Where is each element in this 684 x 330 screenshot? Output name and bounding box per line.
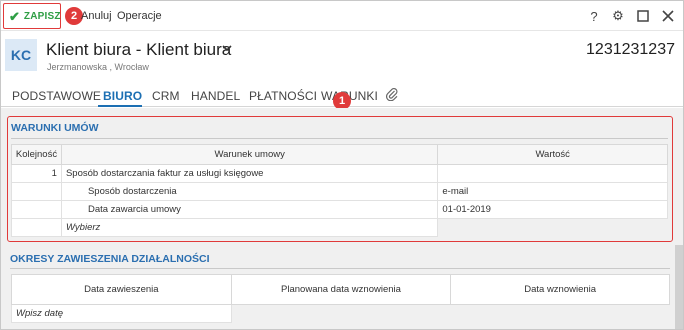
divider (11, 138, 668, 139)
tab-handel[interactable]: HANDEL (191, 89, 240, 103)
column-header[interactable]: Data zawieszenia (11, 274, 232, 305)
table-row[interactable]: Data zawarcia umowy 01-01-2019 (11, 200, 668, 219)
date-input[interactable]: Wpisz datę (11, 304, 232, 323)
column-header[interactable]: Kolejność (11, 144, 62, 165)
tab-podstawowe[interactable]: PODSTAWOWE (12, 89, 101, 103)
table-row[interactable]: 1 Sposób dostarczania faktur za usługi k… (11, 164, 668, 183)
condition-cell: Data zawarcia umowy (60, 200, 439, 219)
suspension-table: Data zawieszenia Planowana data wznowien… (11, 274, 670, 323)
column-header[interactable]: Planowana data wznowienia (230, 274, 452, 305)
section-title: OKRESY ZAWIESZENIA DZIAŁALNOŚCI (10, 253, 210, 265)
condition-cell: Sposób dostarczania faktur za usługi ksi… (60, 164, 439, 183)
window: ✔ ZAPISZ 2 Anuluj Operacje ? ⚙ KC Klient… (0, 0, 684, 330)
tab-platnosci[interactable]: PŁATNOŚCI (249, 89, 317, 103)
table-row[interactable]: Sposób dostarczenia e-mail (11, 182, 668, 201)
empty-cell (437, 218, 668, 237)
value-cell[interactable]: 01-01-2019 (437, 200, 668, 219)
client-number: 1231231237 (586, 41, 675, 58)
empty-cell (11, 218, 62, 237)
column-header[interactable]: Wartość (437, 144, 668, 165)
divider (10, 268, 670, 269)
section-title: WARUNKI UMÓW (11, 122, 99, 134)
condition-cell: Sposób dostarczenia (60, 182, 439, 201)
empty-cell (450, 304, 670, 323)
empty-cell (230, 304, 452, 323)
scrollbar[interactable] (675, 245, 683, 329)
table-row-new[interactable]: Wpisz datę (11, 304, 670, 323)
chevron-down-icon[interactable] (221, 41, 233, 57)
check-icon: ✔ (9, 8, 20, 24)
help-icon[interactable]: ? (586, 8, 602, 24)
save-button[interactable]: ✔ ZAPISZ (3, 3, 61, 29)
table-header-row: Data zawieszenia Planowana data wznowien… (11, 274, 670, 305)
toolbar: ✔ ZAPISZ 2 Anuluj Operacje ? ⚙ (1, 1, 683, 31)
page-title: Klient biura - Klient biura (46, 40, 232, 59)
tab-crm[interactable]: CRM (152, 89, 180, 103)
maximize-icon[interactable] (635, 8, 651, 24)
table-row-new[interactable]: Wybierz (11, 218, 668, 237)
column-header[interactable]: Data wznowienia (450, 274, 670, 305)
warunki-umow-section: WARUNKI UMÓW Kolejność Warunek umowy War… (7, 116, 673, 242)
order-cell (11, 200, 62, 219)
conditions-table: Kolejność Warunek umowy Wartość 1 Sposób… (11, 144, 668, 237)
order-cell (11, 182, 62, 201)
operations-menu[interactable]: Operacje (117, 10, 162, 22)
value-cell[interactable]: e-mail (437, 182, 668, 201)
column-header[interactable]: Warunek umowy (60, 144, 439, 165)
tab-biuro[interactable]: BIURO (103, 89, 142, 103)
attachment-icon[interactable] (385, 87, 398, 104)
value-cell[interactable] (437, 164, 668, 183)
close-icon[interactable] (660, 8, 676, 24)
settings-icon[interactable]: ⚙ (610, 8, 626, 24)
table-header-row: Kolejność Warunek umowy Wartość (11, 144, 668, 165)
cancel-button[interactable]: Anuluj (81, 10, 112, 22)
active-tab-indicator (98, 105, 142, 107)
avatar: KC (5, 39, 37, 71)
select-condition-input[interactable]: Wybierz (60, 218, 439, 237)
save-button-label: ZAPISZ (23, 10, 61, 22)
client-address: Jerzmanowska , Wrocław (47, 62, 149, 72)
order-cell: 1 (11, 164, 62, 183)
